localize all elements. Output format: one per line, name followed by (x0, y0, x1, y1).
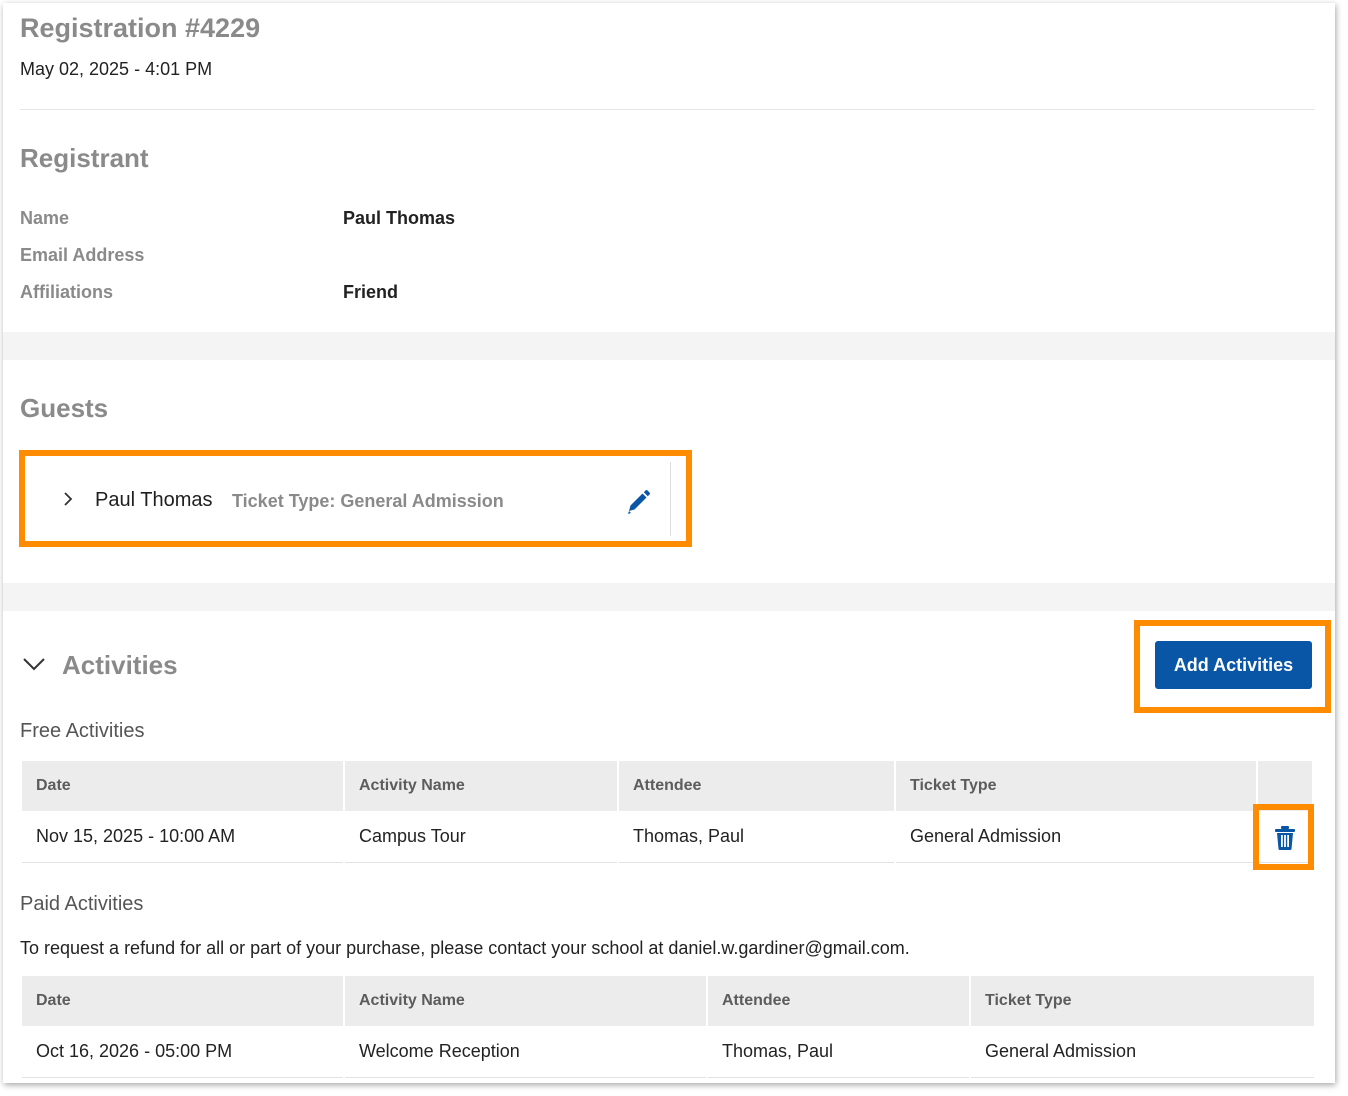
name-label: Name (20, 208, 70, 228)
column-ticket-type: Ticket Type (971, 976, 1314, 1026)
column-attendee: Attendee (708, 976, 969, 1026)
cell-activity-name: Campus Tour (345, 811, 617, 863)
affiliations-label: Affiliations (20, 282, 113, 302)
table-header-row: Date Activity Name Attendee Ticket Type (22, 761, 1312, 811)
cell-attendee: Thomas, Paul (708, 1026, 969, 1078)
cell-attendee: Thomas, Paul (619, 811, 894, 863)
divider (20, 109, 1315, 110)
activities-heading: Activities (62, 650, 178, 680)
table-row: Oct 16, 2026 - 05:00 PM Welcome Receptio… (22, 1026, 1314, 1078)
table-header-row: Date Activity Name Attendee Ticket Type (22, 976, 1314, 1026)
email-label: Email Address (20, 245, 145, 265)
delete-activity-highlight (1253, 804, 1314, 870)
refund-note: To request a refund for all or part of y… (20, 938, 910, 958)
pencil-icon[interactable] (624, 488, 652, 516)
guest-card[interactable]: Paul Thomas Ticket Type: General Admissi… (31, 462, 671, 536)
column-date: Date (22, 761, 343, 811)
column-ticket-type: Ticket Type (896, 761, 1256, 811)
registration-title: Registration #4229 (20, 13, 261, 43)
cell-ticket-type: General Admission (896, 811, 1256, 863)
guest-name: Paul Thomas (95, 489, 213, 511)
column-activity-name: Activity Name (345, 761, 617, 811)
column-activity-name: Activity Name (345, 976, 706, 1026)
registration-detail-panel: Registration #4229 May 02, 2025 - 4:01 P… (3, 3, 1335, 1083)
cell-activity-name: Welcome Reception (345, 1026, 706, 1078)
add-activities-button[interactable]: Add Activities (1155, 641, 1312, 689)
paid-activities-heading: Paid Activities (20, 893, 144, 915)
cell-date: Nov 15, 2025 - 10:00 AM (22, 811, 343, 863)
guest-ticket-type: Ticket Type: General Admission (232, 491, 504, 511)
add-activities-highlight: Add Activities (1134, 620, 1331, 713)
column-date: Date (22, 976, 343, 1026)
section-separator (3, 332, 1335, 360)
free-activities-heading: Free Activities (20, 720, 145, 742)
table-row: Nov 15, 2025 - 10:00 AM Campus Tour Thom… (22, 811, 1312, 863)
guest-highlight: Paul Thomas Ticket Type: General Admissi… (19, 450, 692, 547)
registration-section: Registration #4229 May 02, 2025 - 4:01 P… (3, 3, 1335, 332)
section-separator (3, 583, 1335, 611)
registrant-heading: Registrant (20, 143, 149, 173)
cell-date: Oct 16, 2026 - 05:00 PM (22, 1026, 343, 1078)
name-value: Paul Thomas (343, 208, 456, 228)
registration-datetime: May 02, 2025 - 4:01 PM (20, 59, 213, 79)
chevron-down-icon[interactable] (22, 655, 46, 673)
cell-ticket-type: General Admission (971, 1026, 1314, 1078)
column-attendee: Attendee (619, 761, 894, 811)
free-activities-table: Date Activity Name Attendee Ticket Type … (20, 761, 1314, 863)
paid-activities-table: Date Activity Name Attendee Ticket Type … (20, 976, 1316, 1078)
chevron-right-icon[interactable] (61, 492, 75, 506)
affiliations-value: Friend (343, 282, 399, 302)
trash-icon[interactable] (1274, 825, 1296, 851)
guests-heading: Guests (20, 393, 109, 423)
